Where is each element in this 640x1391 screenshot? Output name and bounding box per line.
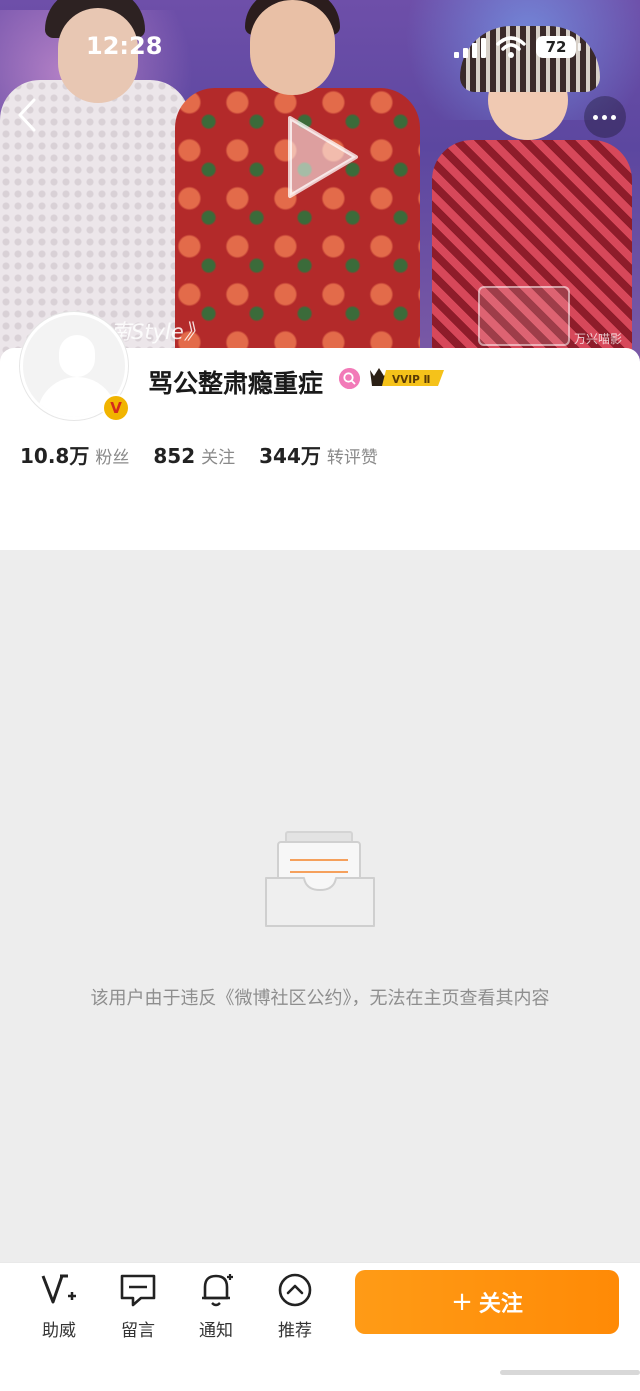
profile-stats: 10.8万 粉丝 852 关注 344万 转评赞: [20, 440, 402, 469]
follow-label: 关注: [478, 1292, 523, 1317]
blocked-content-message: 该用户由于违反《微博社区公约》，无法在主页查看其内容: [90, 988, 550, 1009]
wifi-icon: [496, 36, 526, 58]
toolbar-label: 助威: [42, 1321, 76, 1341]
toolbar-recommend-button[interactable]: 推荐: [265, 1272, 325, 1341]
stat-following[interactable]: 852 关注: [153, 443, 235, 468]
stat-likes[interactable]: 344万 转评赞: [259, 440, 378, 469]
vip-badge-label: VVIP Ⅱ: [392, 374, 430, 386]
status-time: 12:28: [86, 32, 163, 60]
toolbar-notify-button[interactable]: 通知: [186, 1272, 246, 1341]
toolbar-boost-button[interactable]: 助威: [29, 1272, 89, 1341]
stat-value: 852: [153, 444, 196, 468]
message-icon: [120, 1274, 156, 1307]
stat-value: 10.8万: [20, 444, 90, 468]
bell-icon: [202, 1274, 233, 1307]
back-icon[interactable]: [12, 96, 42, 134]
battery-tip: [578, 43, 581, 51]
verified-badge-icon: V: [102, 394, 130, 422]
cover-person-head: [250, 0, 335, 95]
boost-icon: [41, 1274, 76, 1304]
recommend-icon: [278, 1273, 312, 1307]
plus-icon: +: [451, 1287, 473, 1317]
stat-label: 关注: [201, 448, 236, 468]
avatar-placeholder-head: [59, 335, 95, 377]
stage-logo: [478, 286, 570, 346]
more-options-icon[interactable]: [584, 96, 626, 138]
follow-button[interactable]: + 关注: [355, 1270, 619, 1334]
toolbar-label: 留言: [121, 1321, 155, 1341]
battery-icon: 72: [536, 36, 576, 58]
play-icon[interactable]: [278, 112, 362, 202]
stat-followers[interactable]: 10.8万 粉丝: [20, 440, 129, 469]
cover-person-hat: [460, 26, 600, 92]
battery-level: 72: [545, 38, 567, 56]
empty-inbox-icon: [265, 831, 375, 927]
verified-badge-label: V: [110, 399, 122, 417]
toolbar-label: 推荐: [278, 1321, 312, 1341]
username: 骂公整肃瘾重症: [148, 369, 324, 398]
cover-watermark: 万兴喵影: [574, 332, 623, 346]
cover-caption: 南Style》: [110, 320, 205, 344]
home-indicator[interactable]: [500, 1370, 640, 1375]
toolbar-message-button[interactable]: 留言: [108, 1272, 168, 1341]
signal-icon: [454, 38, 486, 58]
stat-label: 转评赞: [326, 448, 378, 468]
toolbar-label: 通知: [199, 1321, 233, 1341]
vip-badge-icon[interactable]: VVIP Ⅱ: [366, 366, 446, 390]
search-tag-icon[interactable]: [339, 368, 360, 389]
stat-value: 344万: [259, 444, 321, 468]
stat-label: 粉丝: [95, 448, 130, 468]
